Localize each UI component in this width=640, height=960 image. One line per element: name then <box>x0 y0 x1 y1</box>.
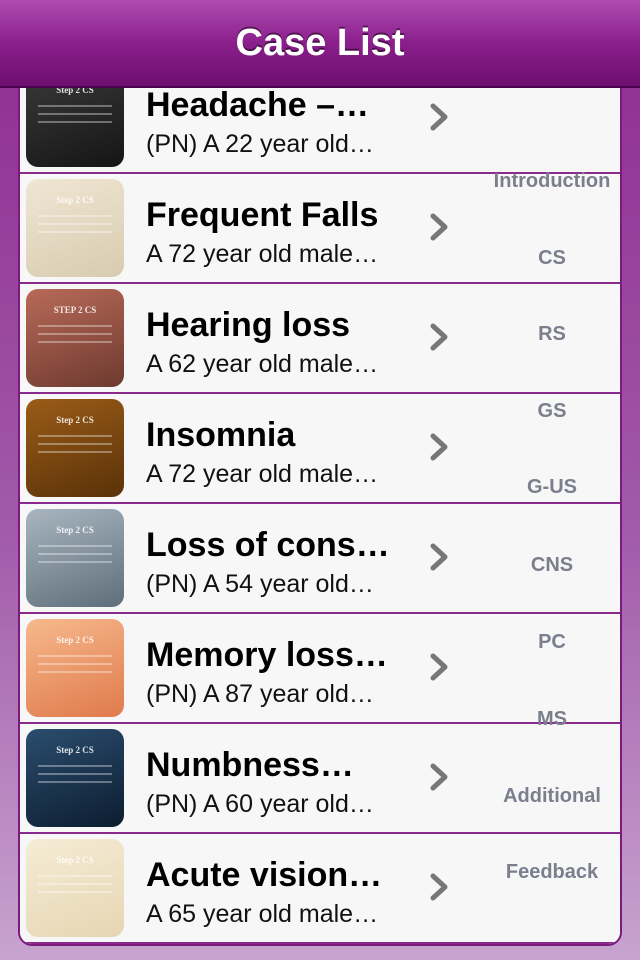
thumbnail-text-line <box>38 113 112 115</box>
case-thumbnail: Step 2 CS <box>26 509 124 607</box>
thumbnail-text-line <box>38 333 112 335</box>
case-title: Acute vision… <box>146 856 383 894</box>
thumbnail-text-line <box>38 655 112 657</box>
thumbnail-text-line <box>38 231 112 233</box>
section-index-item[interactable]: Feedback <box>488 861 616 884</box>
thumbnail-text-line <box>38 443 112 445</box>
thumbnail-text-line <box>38 341 112 343</box>
thumbnail-text-line <box>38 671 112 673</box>
section-index-item[interactable]: G-US <box>488 476 616 499</box>
case-title: Loss of cons… <box>146 526 390 564</box>
case-subtitle: (PN) A 22 year old… <box>146 130 374 158</box>
case-title: Insomnia <box>146 416 296 454</box>
chevron-right-icon[interactable] <box>428 212 452 242</box>
navigation-bar: Case List <box>0 0 640 88</box>
section-index-item[interactable]: Additional <box>488 785 616 808</box>
section-index-item[interactable]: RS <box>488 323 616 346</box>
thumbnail-text-line <box>38 765 112 767</box>
case-subtitle: A 72 year old male… <box>146 240 379 268</box>
section-index-item[interactable]: CNS <box>488 554 616 577</box>
thumbnail-caption: Step 2 CS <box>56 855 94 865</box>
thumbnail-text-line <box>38 561 112 563</box>
section-index-item[interactable]: GS <box>488 400 616 423</box>
thumbnail-caption: Step 2 CS <box>56 195 94 205</box>
case-subtitle: (PN) A 54 year old… <box>146 570 374 598</box>
case-thumbnail: Step 2 CS <box>26 839 124 937</box>
case-subtitle: (PN) A 60 year old… <box>146 790 374 818</box>
case-thumbnail: Step 2 CS <box>26 729 124 827</box>
section-index[interactable]: Introduction CS RS GS G-US CNS PC MS Additional F… <box>488 66 616 944</box>
thumbnail-text-line <box>38 545 112 547</box>
thumbnail-caption: Step 2 CS <box>56 415 94 425</box>
section-index-item[interactable]: PC <box>488 631 616 654</box>
case-subtitle: (PN) A 87 year old… <box>146 680 374 708</box>
chevron-right-icon[interactable] <box>428 542 452 572</box>
case-thumbnail: Step 2 CS <box>26 619 124 717</box>
thumbnail-caption: STEP 2 CS <box>53 305 97 315</box>
case-thumbnail: STEP 2 CS <box>26 289 124 387</box>
thumbnail-text-line <box>38 121 112 123</box>
chevron-right-icon[interactable] <box>428 432 452 462</box>
thumbnail-caption: Step 2 CS <box>56 525 94 535</box>
thumbnail-text-line <box>38 891 112 893</box>
thumbnail-text-line <box>38 875 112 877</box>
thumbnail-text-line <box>38 215 112 217</box>
case-title: Headache –… <box>146 86 369 124</box>
page-title: Case List <box>235 21 405 64</box>
thumbnail-text-line <box>38 553 112 555</box>
case-subtitle: A 62 year old male… <box>146 350 379 378</box>
chevron-right-icon[interactable] <box>428 652 452 682</box>
case-list[interactable]: Step 2 CS Headache –… (PN) A 22 year old… S… <box>18 64 622 946</box>
thumbnail-text-line <box>38 325 112 327</box>
case-title: Hearing loss <box>146 306 351 344</box>
thumbnail-text-line <box>38 451 112 453</box>
thumbnail-text-line <box>38 773 112 775</box>
thumbnail-text-line <box>38 883 112 885</box>
case-thumbnail: Step 2 CS <box>26 399 124 497</box>
thumbnail-text-line <box>38 435 112 437</box>
case-thumbnail: Step 2 CS <box>26 179 124 277</box>
case-title: Frequent Falls <box>146 196 379 234</box>
chevron-right-icon[interactable] <box>428 102 452 132</box>
case-title: Numbness… <box>146 746 354 784</box>
thumbnail-text-line <box>38 105 112 107</box>
thumbnail-text-line <box>38 781 112 783</box>
chevron-right-icon[interactable] <box>428 872 452 902</box>
section-index-item[interactable]: Introduction <box>488 170 616 193</box>
chevron-right-icon[interactable] <box>428 322 452 352</box>
thumbnail-text-line <box>38 223 112 225</box>
section-index-item[interactable]: CS <box>488 247 616 270</box>
case-title: Memory loss… <box>146 636 388 674</box>
case-subtitle: A 65 year old male… <box>146 900 379 928</box>
thumbnail-caption: Step 2 CS <box>56 635 94 645</box>
thumbnail-caption: Step 2 CS <box>56 745 94 755</box>
case-subtitle: A 72 year old male… <box>146 460 379 488</box>
thumbnail-text-line <box>38 663 112 665</box>
chevron-right-icon[interactable] <box>428 762 452 792</box>
section-index-item[interactable]: MS <box>488 708 616 731</box>
